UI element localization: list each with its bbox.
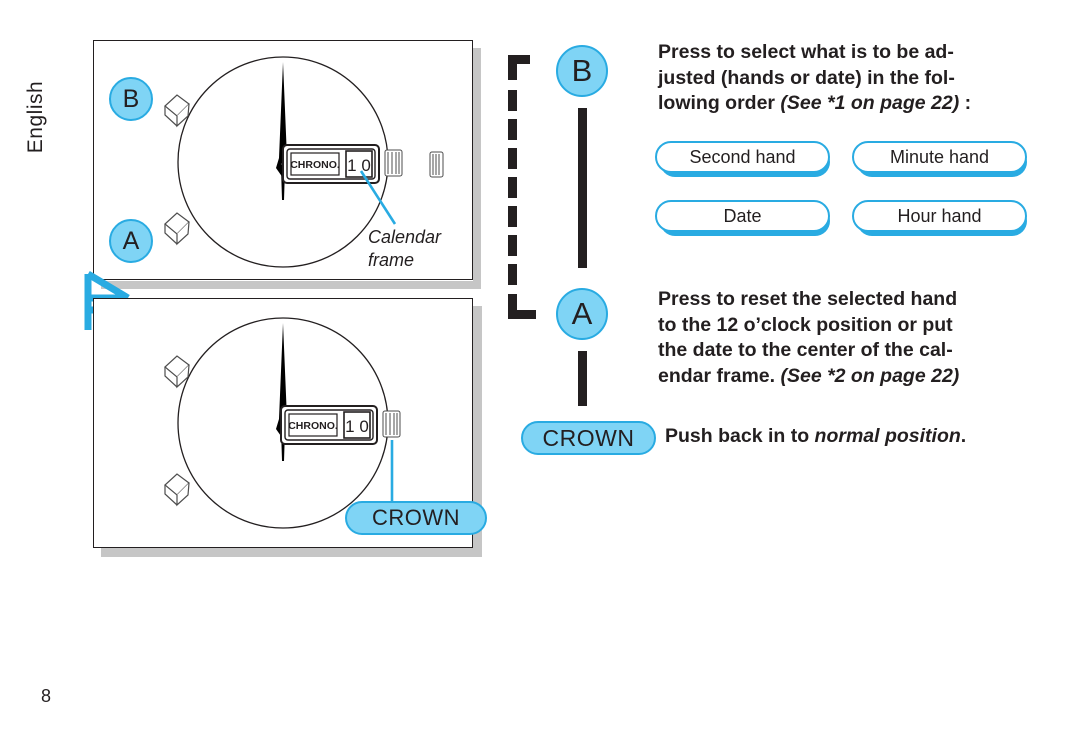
crown-step-pill: CROWN <box>521 421 656 455</box>
connector-bar-b <box>578 108 587 268</box>
instruction-a-line3: the date to the center of the cal- <box>658 339 953 362</box>
instruction-b-line3: lowing order (See *1 on page 22) : <box>658 91 1058 117</box>
option-pill-hour-hand-label: Hour hand <box>897 205 982 226</box>
instruction-b-line1: Press to select what is to be ad- <box>658 41 954 63</box>
connector-bar-a <box>578 351 587 406</box>
panel-bottom-shadow-bottom <box>101 548 481 557</box>
instruction-b-line3-italic: (See *1 on page 22) <box>780 92 960 115</box>
option-wrap-hour-hand: Hour hand <box>852 200 1027 238</box>
option-pill-date[interactable]: Date <box>655 200 830 232</box>
svg-text:1 0: 1 0 <box>345 417 369 436</box>
instruction-crown-italic: normal position <box>814 425 961 447</box>
option-pill-second-hand[interactable]: Second hand <box>655 141 830 173</box>
step-marker-b-label: B <box>571 53 593 88</box>
step-marker-a: A <box>556 288 608 340</box>
instruction-a-line2: to the 12 o’clock position or put <box>658 313 953 336</box>
instruction-a-line1: Press to reset the selected hand <box>658 288 958 310</box>
crown-callout-label: CROWN <box>371 505 461 530</box>
watch-marker-a-label: A <box>122 226 140 255</box>
option-wrap-second-hand: Second hand <box>655 141 830 179</box>
instruction-b-line2: justed (hands or date) in the fol- <box>658 66 955 89</box>
option-wrap-minute-hand: Minute hand <box>852 141 1027 179</box>
panel-top-shadow-right <box>473 48 481 289</box>
crown-step-pill-label: CROWN <box>542 424 635 451</box>
panel-top-shadow-bottom <box>101 281 481 289</box>
option-wrap-date: Date <box>655 200 830 238</box>
calendar-frame-callout-line2: frame <box>368 249 415 270</box>
instruction-a-line4: endar frame. (See *2 on page 22) <box>658 364 1058 390</box>
instruction-text-b: Press to select what is to be ad- justed… <box>658 40 1058 117</box>
option-pill-hour-hand[interactable]: Hour hand <box>852 200 1027 232</box>
instruction-b-line3-plain: lowing order <box>658 92 781 115</box>
instruction-a-line4-italic: (See *2 on page 22) <box>780 364 960 387</box>
dashed-bracket-connector <box>508 55 536 319</box>
calendar-frame-callout: Calendar frame <box>368 226 441 271</box>
instruction-text-a: Press to reset the selected hand to the … <box>658 287 1058 389</box>
svg-text:CHRONO.: CHRONO. <box>288 420 338 432</box>
option-pill-minute-hand-label: Minute hand <box>889 146 990 167</box>
language-tab-label: English <box>24 80 48 154</box>
step-marker-b: B <box>556 45 608 97</box>
option-pill-minute-hand[interactable]: Minute hand <box>852 141 1027 173</box>
instruction-crown-tail: . <box>960 425 967 447</box>
watch-marker-b: B <box>109 77 153 121</box>
step-marker-a-label: A <box>571 296 593 331</box>
instruction-a-line4-plain: endar frame. <box>658 364 781 387</box>
instruction-crown-plain: Push back in to <box>665 425 815 447</box>
crown-callout-pill: CROWN <box>345 501 487 535</box>
calendar-frame-callout-line1: Calendar <box>368 227 442 247</box>
watch-marker-a: A <box>109 219 153 263</box>
instruction-text-crown: Push back in to normal position. <box>665 425 966 448</box>
svg-text:CHRONO.: CHRONO. <box>290 159 340 171</box>
instruction-b-line3-tail: : <box>959 92 972 115</box>
option-pill-date-label: Date <box>723 205 762 226</box>
option-pill-second-hand-label: Second hand <box>689 146 796 167</box>
svg-text:1 0: 1 0 <box>347 156 371 175</box>
language-tab: English <box>18 52 54 182</box>
page-number: 8 <box>41 686 52 706</box>
watch-marker-b-label: B <box>122 84 140 113</box>
adjust-order-options: Second hand Minute hand Date Hour hand <box>655 141 1045 238</box>
